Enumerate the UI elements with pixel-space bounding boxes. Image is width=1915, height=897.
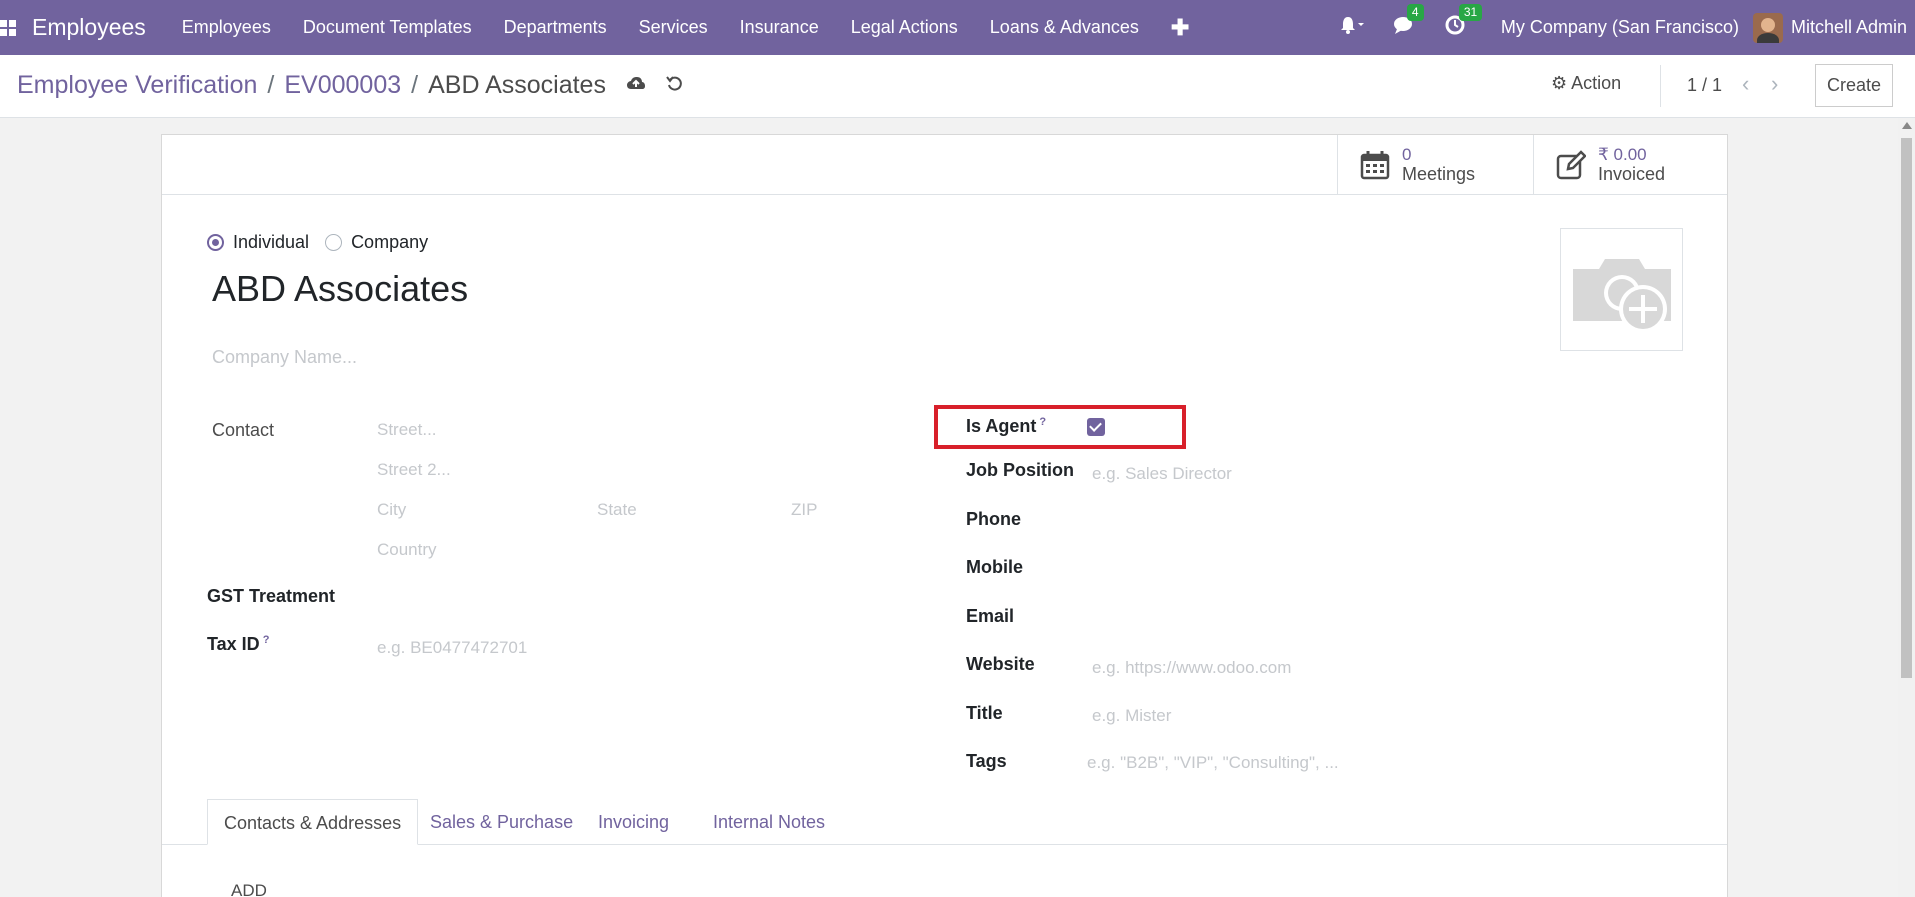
divider [1660, 65, 1661, 107]
help-icon[interactable]: ? [263, 634, 270, 646]
is-agent-label-text: Is Agent [966, 416, 1037, 436]
tags-label: Tags [966, 751, 1007, 771]
radio-individual-label[interactable]: Individual [233, 232, 309, 253]
invoiced-smart-button[interactable]: ₹ 0.00 Invoiced [1533, 135, 1729, 195]
chat-icon[interactable]: 4 [1393, 3, 1424, 41]
user-menu[interactable]: Mitchell Admin [1791, 17, 1907, 38]
form-sheet: 0 Meetings ₹ 0.00 Invoiced Individual Co… [161, 134, 1728, 897]
activity-clock-icon[interactable]: 31 [1445, 3, 1483, 41]
contact-label: Contact [212, 420, 275, 440]
camera-add-icon [1573, 259, 1671, 333]
title-field[interactable]: e.g. Mister [1092, 706, 1171, 726]
meetings-smart-button[interactable]: 0 Meetings [1337, 135, 1533, 195]
state-field[interactable]: State [597, 500, 637, 520]
pager-value[interactable]: 1 / 1 [1687, 75, 1722, 96]
navbar-right: 4 31 My Company (San Francisco) Mitchell… [1325, 0, 1915, 55]
tab-invoicing[interactable]: Invoicing [582, 799, 685, 845]
website-label: Website [966, 654, 1035, 674]
meetings-count: 0 [1402, 145, 1412, 164]
control-panel: Employee Verification / EV000003 / ABD A… [0, 55, 1915, 118]
tags-field[interactable]: e.g. "B2B", "VIP", "Consulting", ... [1087, 753, 1339, 773]
menu-legal-actions[interactable]: Legal Actions [835, 0, 974, 55]
photo-upload[interactable] [1560, 228, 1683, 351]
app-name[interactable]: Employees [32, 14, 146, 41]
add-contact-button[interactable]: ADD [231, 881, 267, 897]
main-menu: Employees Document Templates Departments… [166, 0, 1155, 55]
phone-label: Phone [966, 509, 1022, 529]
action-label: Action [1571, 73, 1622, 93]
menu-departments[interactable]: Departments [488, 0, 623, 55]
zip-field[interactable]: ZIP [791, 500, 817, 520]
bell-icon[interactable] [1339, 15, 1365, 41]
breadcrumb-separator: / [411, 71, 419, 99]
radio-company-label[interactable]: Company [351, 232, 428, 253]
plus-icon[interactable]: ✚ [1155, 15, 1205, 41]
partner-type-radio-group: Individual Company [207, 232, 428, 253]
page-scrollbar[interactable] [1898, 118, 1915, 897]
menu-employees[interactable]: Employees [166, 0, 287, 55]
email-label: Email [966, 606, 1015, 626]
menu-loans-advances[interactable]: Loans & Advances [974, 0, 1155, 55]
top-navbar: Employees Employees Document Templates D… [0, 0, 1915, 55]
radio-company[interactable] [325, 234, 343, 251]
is-agent-label: Is Agent? [966, 416, 1046, 437]
job-position-label: Job Position [966, 460, 1074, 480]
tax-id-field[interactable]: e.g. BE0477472701 [377, 638, 527, 658]
messages-badge: 4 [1406, 3, 1424, 21]
breadcrumb-employee-verification[interactable]: Employee Verification [17, 71, 257, 100]
action-button[interactable]: ⚙ Action [1551, 73, 1621, 94]
meetings-label: Meetings [1402, 164, 1476, 184]
breadcrumb-record-code[interactable]: EV000003 [284, 71, 401, 100]
radio-individual[interactable] [207, 234, 224, 251]
country-field[interactable]: Country [377, 540, 437, 560]
activities-badge: 31 [1458, 3, 1483, 21]
job-position-field[interactable]: e.g. Sales Director [1092, 464, 1232, 484]
create-button[interactable]: Create [1815, 64, 1893, 107]
is-agent-checkbox[interactable] [1087, 418, 1105, 436]
discard-undo-icon[interactable] [666, 74, 684, 97]
city-field[interactable]: City [377, 500, 406, 520]
apps-menu-icon[interactable] [0, 19, 16, 36]
scroll-thumb[interactable] [1901, 138, 1912, 678]
street-field[interactable]: Street... [377, 420, 437, 440]
title-label: Title [966, 703, 1003, 723]
menu-document-templates[interactable]: Document Templates [287, 0, 488, 55]
company-name-field[interactable]: Company Name... [212, 347, 357, 368]
menu-services[interactable]: Services [623, 0, 724, 55]
tax-id-label-text: Tax ID [207, 634, 260, 654]
scroll-up-arrow-icon[interactable] [1902, 122, 1912, 129]
notebook-tabs: Contacts & Addresses Sales & Purchase In… [162, 799, 1727, 845]
street2-field[interactable]: Street 2... [377, 460, 451, 480]
tab-contacts-addresses[interactable]: Contacts & Addresses [207, 799, 419, 845]
tab-internal-notes[interactable]: Internal Notes [697, 799, 841, 845]
breadcrumb: Employee Verification / EV000003 / ABD A… [17, 71, 684, 100]
website-field[interactable]: e.g. https://www.odoo.com [1092, 658, 1291, 678]
gear-icon: ⚙ [1551, 73, 1568, 93]
help-icon[interactable]: ? [1039, 416, 1046, 428]
chevron-left-icon[interactable]: ‹ [1742, 71, 1749, 97]
save-cloud-icon[interactable] [626, 75, 646, 96]
invoiced-label: Invoiced [1598, 164, 1666, 184]
partner-name-field[interactable]: ABD Associates [212, 268, 468, 310]
tax-id-label: Tax ID? [207, 634, 269, 655]
invoiced-amount: ₹ 0.00 [1598, 145, 1647, 164]
menu-insurance[interactable]: Insurance [724, 0, 835, 55]
mobile-label: Mobile [966, 557, 1023, 577]
user-avatar[interactable] [1752, 12, 1783, 43]
tab-sales-purchase[interactable]: Sales & Purchase [414, 799, 589, 845]
gst-treatment-label: GST Treatment [207, 586, 336, 606]
smart-button-box: 0 Meetings ₹ 0.00 Invoiced [162, 135, 1727, 195]
calendar-icon [1360, 151, 1390, 180]
pencil-square-icon [1556, 150, 1586, 180]
company-switcher[interactable]: My Company (San Francisco) [1501, 17, 1739, 38]
breadcrumb-separator: / [267, 71, 275, 99]
chevron-right-icon[interactable]: › [1771, 71, 1778, 97]
breadcrumb-current: ABD Associates [428, 71, 606, 99]
